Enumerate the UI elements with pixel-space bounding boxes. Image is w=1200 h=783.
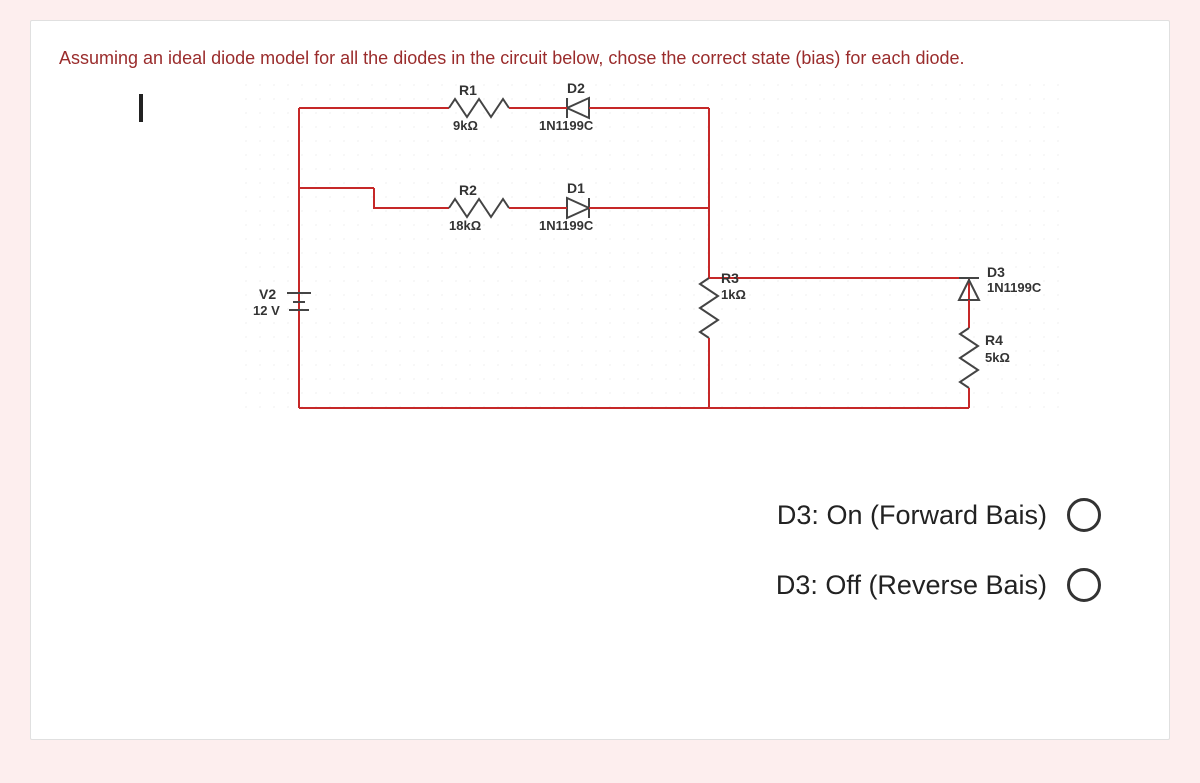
question-text: Assuming an ideal diode model for all th…	[59, 45, 1141, 72]
label-R4-value: 5kΩ	[985, 350, 1010, 365]
circuit-svg	[119, 78, 1079, 438]
label-D1-model: 1N1199C	[539, 218, 593, 233]
label-R3-name: R3	[721, 270, 739, 286]
label-D3-name: D3	[987, 264, 1005, 280]
answer-option-forward[interactable]: D3: On (Forward Bais)	[59, 498, 1101, 532]
label-R2-value: 18kΩ	[449, 218, 481, 233]
question-card: Assuming an ideal diode model for all th…	[30, 20, 1170, 740]
label-R2-name: R2	[459, 182, 477, 198]
label-R4-name: R4	[985, 332, 1003, 348]
label-V2-value: 12 V	[253, 303, 280, 318]
label-D2-model: 1N1199C	[539, 118, 593, 133]
radio-icon	[1067, 498, 1101, 532]
label-D1-name: D1	[567, 180, 585, 196]
label-V2-name: V2	[259, 286, 276, 302]
answer-options: D3: On (Forward Bais) D3: Off (Reverse B…	[59, 498, 1141, 602]
answer-label: D3: Off (Reverse Bais)	[776, 570, 1047, 601]
label-D2-name: D2	[567, 80, 585, 96]
radio-icon	[1067, 568, 1101, 602]
label-D3-model: 1N1199C	[987, 280, 1041, 295]
circuit-diagram: R1 9kΩ D2 1N1199C R2 18kΩ D1 1N1199C R3 …	[119, 78, 1079, 438]
answer-label: D3: On (Forward Bais)	[777, 500, 1047, 531]
label-R3-value: 1kΩ	[721, 287, 746, 302]
label-R1-name: R1	[459, 82, 477, 98]
answer-option-reverse[interactable]: D3: Off (Reverse Bais)	[59, 568, 1101, 602]
label-R1-value: 9kΩ	[453, 118, 478, 133]
